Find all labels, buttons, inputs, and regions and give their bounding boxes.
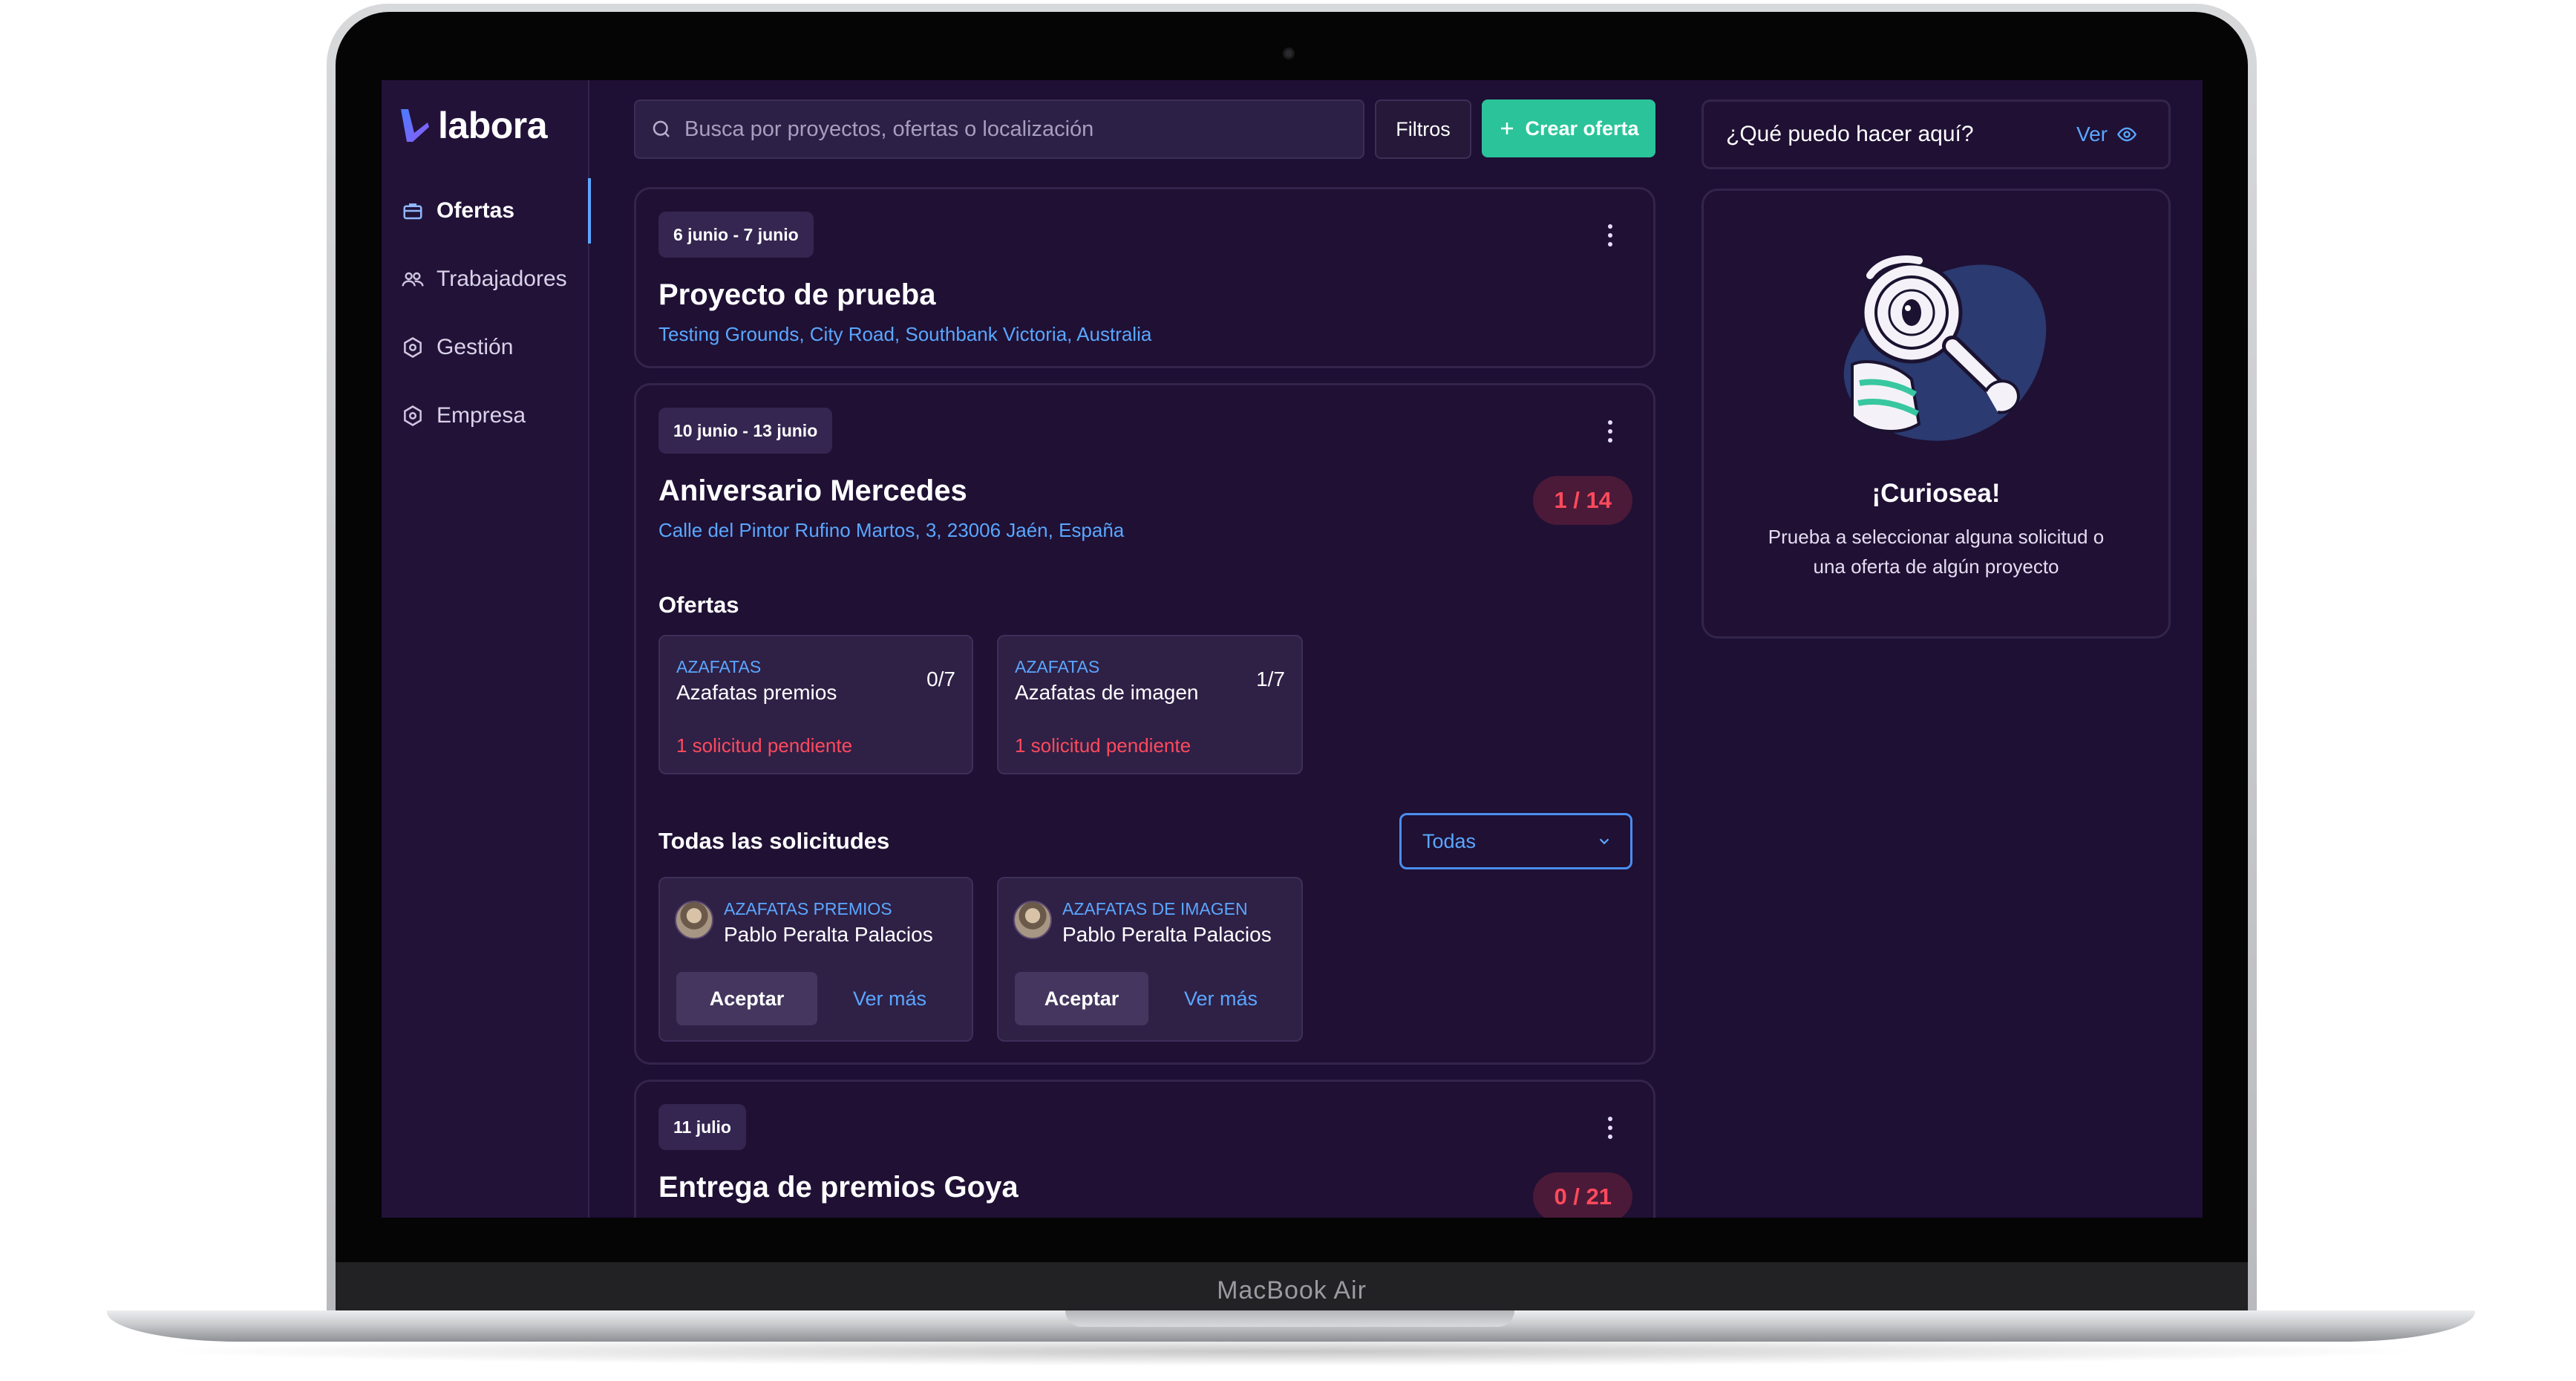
help-question: ¿Qué puedo hacer aquí?	[1726, 122, 1974, 146]
gear-icon	[401, 404, 425, 428]
request-card[interactable]: AZAFATAS PREMIOS Pablo Peralta Palacios …	[658, 877, 973, 1042]
offer-category: AZAFATAS	[1015, 657, 1100, 676]
sidebar-item-trabajadores[interactable]: Trabajadores	[382, 245, 589, 313]
help-view-link[interactable]: Ver	[2076, 123, 2137, 146]
sidebar-item-ofertas[interactable]: Ofertas	[382, 177, 591, 245]
date-badge: 10 junio - 13 junio	[658, 408, 833, 454]
search-input[interactable]	[684, 117, 1363, 142]
project-title: Proyecto de prueba	[658, 278, 936, 311]
camera-dot	[1283, 48, 1295, 59]
filters-button[interactable]: Filtros	[1375, 99, 1471, 159]
project-title: Aniversario Mercedes	[658, 474, 967, 507]
project-card[interactable]: 11 julio Entrega de premios Goya 0 / 21	[634, 1080, 1655, 1218]
project-location[interactable]: Calle del Pintor Rufino Martos, 3, 23006…	[658, 519, 1124, 542]
offer-count: 0/7	[926, 667, 955, 690]
offer-pending: 1 solicitud pendiente	[1015, 734, 1191, 757]
see-more-link[interactable]: Ver más	[1184, 972, 1258, 1025]
accept-button[interactable]: Aceptar	[676, 972, 817, 1025]
offer-pending: 1 solicitud pendiente	[676, 734, 853, 757]
avatar	[1013, 901, 1052, 939]
offers-section-title: Ofertas	[658, 592, 739, 618]
sidebar-item-empresa[interactable]: Empresa	[382, 382, 589, 450]
more-options-icon[interactable]	[1603, 1113, 1618, 1143]
logo-mark-icon	[401, 109, 429, 142]
applications-count-badge: 1 / 14	[1533, 476, 1632, 525]
request-card[interactable]: AZAFATAS DE IMAGEN Pablo Peralta Palacio…	[997, 877, 1303, 1042]
requests-filter-select[interactable]: Todas	[1399, 813, 1632, 869]
offer-name: Azafatas de imagen	[1015, 681, 1199, 704]
logo-text: labora	[438, 105, 548, 146]
offer-card[interactable]: AZAFATAS Azafatas premios 0/7 1 solicitu…	[658, 635, 973, 774]
avatar	[675, 901, 713, 939]
offer-count: 1/7	[1256, 667, 1285, 690]
accept-button[interactable]: Aceptar	[1015, 972, 1148, 1025]
plus-icon	[1501, 123, 1514, 134]
sidebar-item-label: Gestión	[437, 335, 514, 359]
chevron-down-icon	[1599, 838, 1609, 845]
see-more-link[interactable]: Ver más	[853, 972, 926, 1025]
sidebar-item-label: Ofertas	[437, 198, 515, 223]
applications-count-badge: 0 / 21	[1533, 1172, 1632, 1218]
help-view-label: Ver	[2076, 123, 2108, 146]
create-offer-label: Crear oferta	[1525, 117, 1639, 140]
date-badge: 6 junio - 7 junio	[658, 212, 814, 258]
gear-icon	[401, 336, 425, 359]
sidebar-nav: Ofertas Trabajadores Gestión Empresa	[382, 177, 591, 450]
offer-name: Azafatas premios	[676, 681, 837, 704]
app-screen: labora Ofertas Trabajadores Gestión Empr…	[382, 80, 2203, 1218]
eye-icon	[2116, 127, 2137, 142]
create-offer-button[interactable]: Crear oferta	[1482, 99, 1655, 157]
curious-card: ¡Curiosea! Prueba a seleccionar alguna s…	[1701, 189, 2171, 639]
users-icon	[401, 267, 425, 291]
request-category: AZAFATAS DE IMAGEN	[1062, 899, 1248, 918]
project-title: Entrega de premios Goya	[658, 1171, 1019, 1204]
sidebar-item-label: Empresa	[437, 403, 526, 428]
project-card[interactable]: 6 junio - 7 junio Proyecto de prueba Tes…	[634, 187, 1655, 368]
select-value: Todas	[1422, 829, 1477, 852]
more-options-icon[interactable]	[1603, 221, 1618, 250]
laptop-mockup: MacBook Air labora Ofertas Trabajadores …	[0, 0, 2576, 1381]
offer-category: AZAFATAS	[676, 657, 762, 676]
search-icon	[653, 120, 670, 137]
project-card[interactable]: 10 junio - 13 junio Aniversario Mercedes…	[634, 383, 1655, 1065]
request-category: AZAFATAS PREMIOS	[724, 899, 892, 918]
app-logo[interactable]: labora	[398, 104, 548, 147]
help-bar: ¿Qué puedo hacer aquí? Ver	[1701, 99, 2171, 169]
sidebar-item-label: Trabajadores	[437, 267, 567, 291]
curious-title: ¡Curiosea!	[1871, 479, 2001, 508]
date-badge: 11 julio	[658, 1104, 746, 1150]
offer-card[interactable]: AZAFATAS Azafatas de imagen 1/7 1 solici…	[997, 635, 1303, 774]
magnifier-character-illustration	[1843, 255, 2047, 441]
request-name: Pablo Peralta Palacios	[1062, 923, 1272, 946]
briefcase-icon	[401, 199, 425, 223]
requests-section-title: Todas las solicitudes	[658, 828, 890, 854]
project-location[interactable]: Testing Grounds, City Road, Southbank Vi…	[658, 323, 1151, 346]
request-name: Pablo Peralta Palacios	[724, 923, 933, 946]
curious-text: Prueba a seleccionar alguna solicitud o …	[1768, 526, 2105, 578]
more-options-icon[interactable]	[1603, 417, 1618, 446]
laptop-notch	[1065, 1310, 1514, 1327]
search-bar[interactable]	[634, 99, 1364, 159]
sidebar-item-gestion[interactable]: Gestión	[382, 313, 589, 382]
sidebar: labora Ofertas Trabajadores Gestión Empr…	[382, 80, 591, 1218]
